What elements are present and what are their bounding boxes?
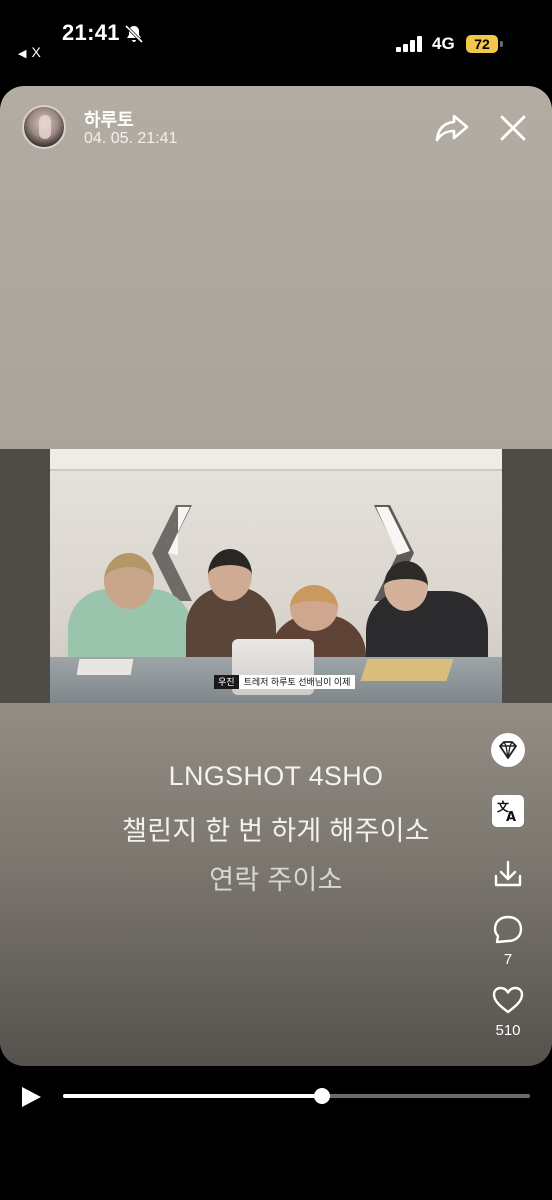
comment-icon[interactable] [490, 912, 526, 948]
author-avatar[interactable] [22, 105, 66, 149]
close-icon[interactable] [498, 113, 528, 143]
story-text-line-3: 연락 주이소 [209, 865, 343, 895]
video-progress-bar[interactable] [63, 1088, 530, 1104]
story-header: 하루토 04. 05. 21:41 [0, 86, 552, 176]
wall-logo-left [152, 505, 192, 601]
post-date: 04. 05. 21:41 [84, 130, 178, 147]
likes-count: 510 [495, 1022, 521, 1039]
caption-speaker: 우진 [214, 675, 239, 689]
play-icon[interactable] [18, 1084, 44, 1110]
progress-fill [63, 1094, 323, 1098]
battery-tip [500, 41, 503, 47]
author-name[interactable]: 하루토 [84, 106, 134, 132]
download-icon[interactable] [490, 856, 526, 892]
status-bar: 21:41 ◀ X 4G 72 [0, 0, 552, 70]
battery-indicator: 72 [466, 35, 498, 53]
story-text-line-2: 챌린지 한 번 하게 해주이소 [122, 816, 430, 846]
back-app-label: X [31, 44, 41, 60]
gem-icon[interactable] [490, 732, 526, 768]
svg-text:A: A [506, 810, 516, 825]
story-text-line-1: LNGSHOT 4SHO [168, 761, 384, 791]
back-triangle-icon: ◀ [18, 48, 27, 60]
bell-off-icon [124, 24, 144, 44]
progress-scrubber[interactable] [314, 1088, 331, 1104]
network-type: 4G [432, 34, 455, 53]
comments-count: 7 [503, 951, 513, 968]
translate-icon[interactable]: 文 A [490, 793, 526, 829]
video-caption: 우진 트레저 하루토 선배님이 이제 [214, 675, 356, 689]
video-frame[interactable]: 우진 트레저 하루토 선배님이 이제 [0, 449, 552, 703]
heart-icon[interactable] [490, 982, 526, 1018]
caption-line: 트레저 하루토 선배님이 이제 [238, 675, 356, 689]
story-card: 하루토 04. 05. 21:41 우진 트레저 하루토 선배님이 이제 LNG… [0, 86, 552, 1066]
share-icon[interactable] [434, 112, 470, 144]
cellular-signal-icon [396, 36, 424, 52]
back-to-app-link[interactable]: ◀ X [18, 44, 41, 60]
status-time: 21:41 [62, 20, 120, 45]
